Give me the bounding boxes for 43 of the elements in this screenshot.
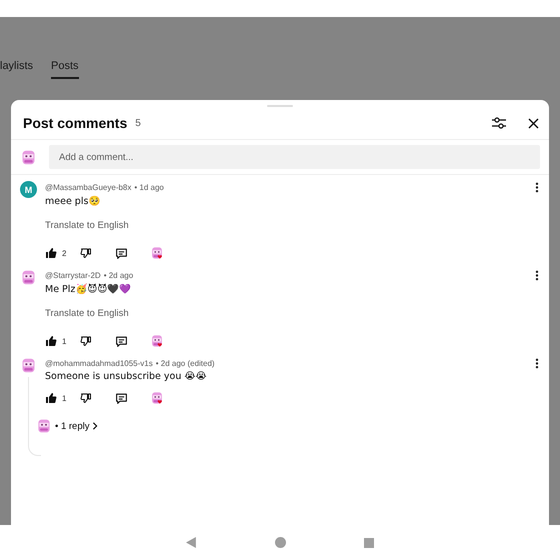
like-count: 1 — [62, 336, 66, 346]
comment-author[interactable]: @MassambaGueye-b8x — [45, 182, 132, 192]
comment-text: Someone is unsubscribe you 😭😭 — [45, 371, 208, 382]
tab[interactable]: Posts — [51, 60, 79, 79]
replies-link[interactable]: • 1 reply — [55, 420, 90, 432]
sheet-title: Post comments — [23, 115, 128, 131]
more-icon[interactable] — [535, 182, 539, 192]
translate-link[interactable]: Translate to English — [45, 220, 539, 231]
comment-text: Me Plz🥳😈😈🖤💜 — [45, 283, 132, 295]
thumbs-up-icon[interactable] — [45, 335, 57, 347]
more-icon[interactable] — [535, 358, 539, 368]
avatar-icon — [20, 148, 37, 166]
tab[interactable]: laylists — [0, 60, 34, 79]
thumbs-up-icon[interactable] — [45, 392, 57, 404]
home-icon[interactable] — [275, 537, 286, 548]
avatar-icon — [20, 357, 37, 374]
avatar-icon — [36, 418, 52, 434]
close-icon[interactable] — [528, 118, 539, 128]
avatar-icon — [20, 269, 37, 286]
comment-input[interactable]: Add a comment... — [49, 145, 540, 169]
comment-time: • 2d ago (edited) — [156, 358, 215, 368]
translate-link[interactable]: Translate to English — [45, 308, 539, 319]
back-icon[interactable] — [186, 537, 197, 548]
reply-icon[interactable] — [115, 334, 128, 348]
reply-icon[interactable] — [115, 392, 128, 404]
thumbs-down-icon[interactable] — [80, 247, 92, 259]
comment-time: • 2d ago — [104, 270, 134, 280]
comment-author[interactable]: @Starrystar-2D — [45, 270, 101, 280]
comment-text: meee pls🥺 — [45, 195, 102, 207]
chevron-right-icon[interactable] — [92, 422, 98, 430]
comment-author[interactable]: @mohammadahmad1055-v1s — [45, 358, 153, 368]
reply-icon[interactable] — [115, 246, 128, 260]
thumbs-up-icon[interactable] — [45, 247, 57, 259]
recents-icon[interactable] — [364, 538, 374, 548]
filter-icon[interactable] — [492, 117, 506, 129]
comment-time: • 1d ago — [134, 182, 164, 192]
like-count: 1 — [62, 394, 66, 402]
more-icon[interactable] — [535, 270, 539, 280]
avatar-letter: M — [24, 184, 32, 194]
thumbs-down-icon[interactable] — [80, 392, 92, 404]
comment-count: 5 — [135, 118, 141, 128]
like-count: 2 — [62, 248, 66, 258]
thumbs-down-icon[interactable] — [80, 335, 92, 347]
